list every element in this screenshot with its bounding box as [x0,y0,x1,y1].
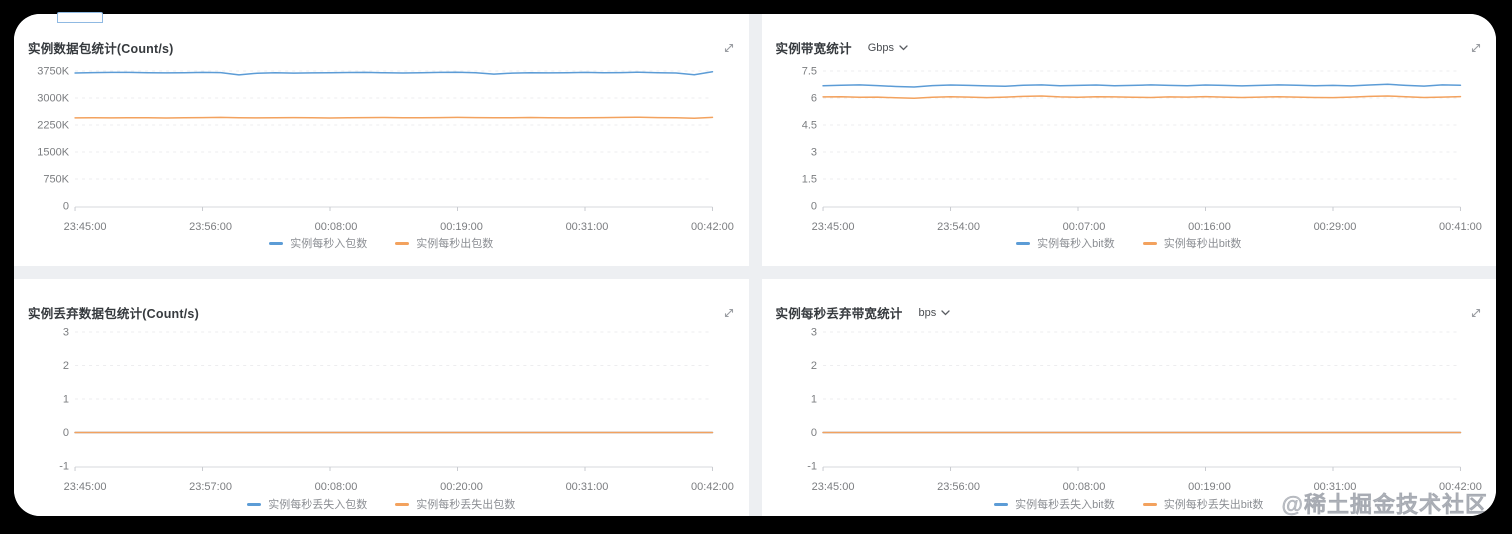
legend-dash-icon [1016,241,1031,245]
unit-dropdown[interactable]: Gbps [868,42,908,54]
svg-text:3: 3 [810,147,816,159]
svg-text:00:19:00: 00:19:00 [1188,481,1231,493]
svg-text:23:45:00: 23:45:00 [64,481,107,493]
svg-text:00:31:00: 00:31:00 [566,221,609,233]
svg-text:1.5: 1.5 [801,174,816,186]
legend-item[interactable]: 实例每秒丢失出包数 [395,496,515,512]
card-header: 实例带宽统计 Gbps [776,38,1485,57]
legend-label: 实例每秒丢失出包数 [416,499,516,511]
svg-text:00:41:00: 00:41:00 [1439,221,1482,233]
expand-icon[interactable] [721,305,737,321]
svg-text:23:56:00: 23:56:00 [937,481,980,493]
legend-label: 实例每秒丢失出bit数 [1163,499,1264,511]
chart-title: 实例数据包统计(Count/s) [28,42,174,56]
unit-label: Gbps [867,41,894,54]
legend-label: 实例每秒丢失入bit数 [1015,499,1115,511]
svg-text:3: 3 [810,327,816,339]
svg-text:00:42:00: 00:42:00 [691,221,734,233]
svg-text:3750K: 3750K [37,66,69,78]
legend-dash-icon [247,502,262,506]
legend-item[interactable]: 实例每秒入bit数 [1016,235,1115,251]
chart-card-packets: 实例数据包统计(Count/s) 3750K 3000K 2250K 1500K 750… [14,14,749,266]
svg-text:00:31:00: 00:31:00 [566,481,609,493]
svg-text:1: 1 [810,394,816,406]
legend-label: 实例每秒入包数 [290,238,368,250]
watermark: @稀土掘金技术社区 [1281,492,1488,516]
svg-text:0: 0 [810,201,816,213]
svg-text:00:29:00: 00:29:00 [1313,221,1356,233]
svg-text:1500K: 1500K [37,147,69,159]
svg-text:00:08:00: 00:08:00 [315,481,358,493]
expand-icon[interactable] [1468,305,1484,321]
svg-text:00:08:00: 00:08:00 [1062,481,1105,493]
svg-text:23:54:00: 23:54:00 [937,221,980,233]
svg-text:750K: 750K [43,174,69,186]
svg-text:00:07:00: 00:07:00 [1062,221,1105,233]
legend-dash-icon [269,241,284,245]
svg-text:3: 3 [63,327,69,339]
chart-card-bandwidth: 实例带宽统计 Gbps 7.5 6 4.5 3 1.5 0 23:45:00 23:54:00… [761,14,1497,266]
legend-dash-icon [395,502,410,506]
svg-text:-1: -1 [807,461,817,473]
chevron-down-icon [899,44,908,50]
svg-text:23:45:00: 23:45:00 [811,481,854,493]
chart-card-dropped-bandwidth: 实例每秒丢弃带宽统计 bps 3 2 1 0 -1 23:45:00 23:56:00 00:… [761,279,1496,516]
chart-legend: 实例每秒入bit数 实例每秒出bit数 [762,235,1497,251]
legend-dash-icon [1142,502,1157,506]
chevron-down-icon [941,309,950,315]
svg-text:-1: -1 [59,461,69,473]
expand-icon[interactable] [1468,40,1484,56]
card-header: 实例丢弃数据包统计(Count/s) [28,303,737,322]
svg-text:4.5: 4.5 [801,120,816,132]
chart-legend: 实例每秒丢失入包数 实例每秒丢失出包数 [14,496,749,512]
chart-card-dropped-packets: 实例丢弃数据包统计(Count/s) 3 2 1 0 -1 23:45:00 23:57:0… [14,279,749,516]
svg-text:23:57:00: 23:57:00 [189,481,232,493]
chart-title: 实例每秒丢弃带宽统计 [775,307,903,321]
legend-item[interactable]: 实例每秒出bit数 [1142,235,1242,251]
selected-tab-fragment[interactable] [57,12,103,23]
svg-text:00:16:00: 00:16:00 [1188,221,1231,233]
legend-item[interactable]: 实例每秒丢失入包数 [247,496,367,512]
svg-text:0: 0 [63,427,69,439]
svg-text:2: 2 [810,360,816,372]
svg-text:00:20:00: 00:20:00 [440,481,483,493]
svg-text:00:19:00: 00:19:00 [440,221,483,233]
page-background: 实例数据包统计(Count/s) 3750K 3000K 2250K 1500K 750… [0,0,1512,534]
svg-text:2: 2 [63,360,69,372]
expand-icon[interactable] [721,40,737,56]
svg-text:23:45:00: 23:45:00 [64,221,107,233]
legend-item[interactable]: 实例每秒丢失入bit数 [994,496,1115,512]
svg-text:00:08:00: 00:08:00 [315,221,358,233]
legend-dash-icon [1142,241,1157,245]
svg-text:6: 6 [810,93,816,105]
unit-dropdown[interactable]: bps [919,307,951,319]
svg-text:7.5: 7.5 [801,66,816,78]
chart-grid: 实例数据包统计(Count/s) 3750K 3000K 2250K 1500K 750… [14,14,1496,516]
legend-item[interactable]: 实例每秒入包数 [269,235,367,251]
chart-title: 实例带宽统计 [775,42,852,56]
legend-item[interactable]: 实例每秒丢失出bit数 [1142,496,1264,512]
svg-text:23:45:00: 23:45:00 [811,221,854,233]
legend-item[interactable]: 实例每秒出包数 [395,235,493,251]
chart-legend: 实例每秒入包数 实例每秒出包数 [14,235,749,251]
card-header: 实例每秒丢弃带宽统计 bps [776,303,1485,322]
svg-text:2250K: 2250K [37,120,69,132]
chart-title: 实例丢弃数据包统计(Count/s) [28,307,199,321]
legend-label: 实例每秒丢失入包数 [268,499,368,511]
legend-label: 实例每秒出bit数 [1163,238,1242,250]
svg-text:3000K: 3000K [37,93,69,105]
dashboard-frame: 实例数据包统计(Count/s) 3750K 3000K 2250K 1500K 750… [14,14,1496,516]
svg-text:23:56:00: 23:56:00 [189,221,232,233]
legend-label: 实例每秒入bit数 [1037,238,1115,250]
unit-label: bps [918,306,937,319]
svg-text:0: 0 [810,427,816,439]
card-header: 实例数据包统计(Count/s) [28,38,737,57]
svg-text:0: 0 [63,201,69,213]
legend-dash-icon [994,502,1009,506]
legend-label: 实例每秒出包数 [416,238,494,250]
svg-text:00:42:00: 00:42:00 [691,481,734,493]
legend-dash-icon [395,241,410,245]
svg-text:1: 1 [63,394,69,406]
